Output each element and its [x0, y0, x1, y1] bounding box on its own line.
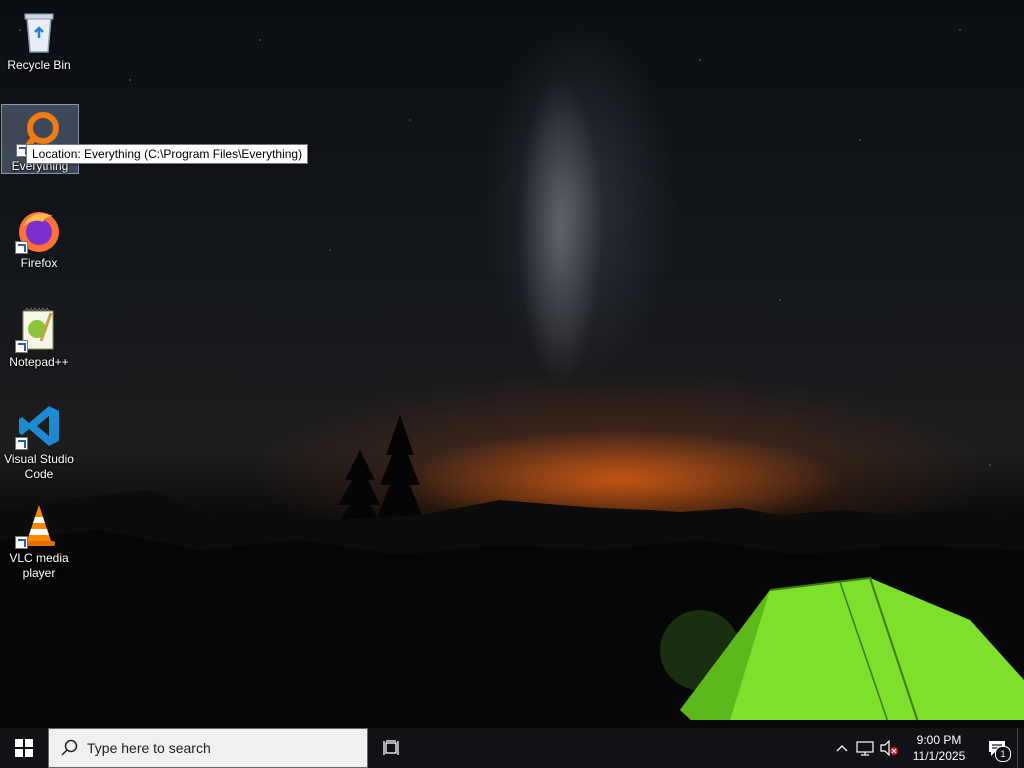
desktop[interactable]: Recycle Bin Everything Firefox Notepad++…: [0, 0, 1024, 728]
desktop-icon-vscode[interactable]: Visual Studio Code: [1, 398, 77, 482]
desktop-icon-label: Recycle Bin: [7, 58, 71, 72]
clock[interactable]: 9:00 PM 11/1/2025: [901, 728, 977, 768]
show-desktop-button[interactable]: [1017, 728, 1024, 768]
desktop-icon-recycle-bin[interactable]: Recycle Bin: [1, 4, 77, 73]
wallpaper-tent: [640, 576, 1024, 728]
volume-button[interactable]: [877, 728, 901, 768]
desktop-icon-label: VLC media player: [9, 551, 69, 580]
task-view-button[interactable]: [370, 728, 414, 768]
desktop-icon-firefox[interactable]: Firefox: [1, 202, 77, 271]
network-icon: [856, 741, 874, 756]
tooltip: Location: Everything (C:\Program Files\E…: [26, 144, 309, 164]
clock-date: 11/1/2025: [912, 749, 966, 763]
notification-count-badge: 1: [995, 746, 1011, 762]
shortcut-arrow-icon: [15, 241, 28, 254]
shortcut-arrow-icon: [15, 340, 28, 353]
notepad-plus-plus-icon: [15, 305, 63, 353]
desktop-icon-label: Notepad++: [9, 355, 69, 369]
search-placeholder: Type here to search: [87, 740, 211, 756]
desktop-icon-label: Visual Studio Code: [4, 452, 74, 481]
network-button[interactable]: [853, 728, 877, 768]
search-box[interactable]: Type here to search: [48, 728, 368, 768]
system-tray: 9:00 PM 11/1/2025 1: [831, 728, 1024, 768]
desktop-icon-vlc[interactable]: VLC media player: [1, 497, 77, 581]
task-view-icon: [383, 740, 399, 755]
shortcut-arrow-icon: [15, 437, 28, 450]
recycle-bin-icon: [15, 8, 63, 56]
firefox-icon: [15, 206, 63, 254]
vlc-icon: [15, 501, 63, 549]
start-button[interactable]: [0, 728, 48, 768]
show-hidden-icons-button[interactable]: [831, 728, 853, 768]
chevron-up-icon: [836, 745, 848, 752]
action-center-button[interactable]: 1: [977, 728, 1017, 768]
windows-logo-icon: [15, 739, 33, 757]
shortcut-arrow-icon: [15, 536, 28, 549]
vscode-icon: [15, 402, 63, 450]
taskbar: Type here to search 9:00 PM 11/1/2025 1: [0, 728, 1024, 768]
clock-time: 9:00 PM: [916, 733, 962, 747]
desktop-icon-label: Firefox: [20, 256, 58, 270]
volume-muted-icon: [880, 740, 898, 756]
search-icon: [61, 739, 78, 756]
desktop-icon-notepad-plus-plus[interactable]: Notepad++: [1, 301, 77, 370]
